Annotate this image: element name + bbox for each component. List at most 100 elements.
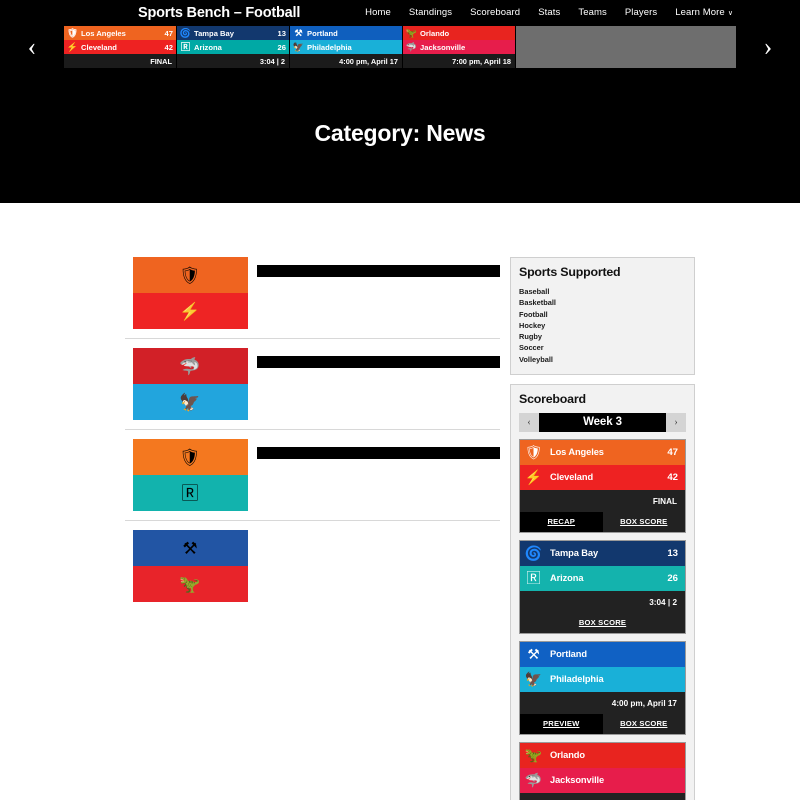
nav-standings[interactable]: Standings: [409, 7, 452, 18]
thumbnail-image: ⚒ 🦖: [132, 530, 248, 602]
scoreboard-team-home: ⚡ Cleveland 42: [520, 464, 685, 490]
sport-list-item[interactable]: Basketball: [519, 297, 686, 308]
thumb-bottom-team: 🦅: [132, 384, 248, 420]
ticker-game[interactable]: 🦖 Orlando 🦈 Jacksonville 7:00 pm, April 18: [403, 26, 516, 68]
nav-teams[interactable]: Teams: [578, 7, 606, 18]
team-name: Cleveland: [81, 42, 117, 52]
thumb-bottom-team: ⚡: [132, 293, 248, 329]
team-logo-icon: 🌀: [179, 27, 192, 38]
nav-label: Learn More: [675, 7, 725, 18]
sport-list-item[interactable]: Soccer: [519, 342, 686, 353]
team-score: 26: [667, 572, 678, 584]
ticker-next-arrow-icon[interactable]: ›: [736, 26, 800, 68]
sport-list-item[interactable]: Rugby: [519, 331, 686, 342]
ticker-game[interactable]: ⚒ Portland 🦅 Philadelphia 4:00 pm, April 17: [290, 26, 403, 68]
team-name: Portland: [307, 28, 338, 38]
scoreboard-team-away: 🦖 Orlando: [520, 742, 685, 768]
scoreboard-team-home: 🅁 Arizona 26: [520, 565, 685, 591]
nav-scoreboard[interactable]: Scoreboard: [470, 7, 520, 18]
game-status: 4:00 pm, April 17: [520, 691, 685, 714]
ticker-strip[interactable]: 🛡 Los Angeles 47 ⚡ Cleveland 42 FINAL 🌀 Tampa Ba…: [64, 26, 736, 68]
article-thumbnail[interactable]: 🦈 🦅: [125, 348, 255, 420]
team-score: 42: [164, 42, 173, 52]
team-name: Portland: [550, 649, 587, 660]
game-status: 7:00 pm, April 18: [520, 792, 685, 800]
ticker-team-away: ⚒ Portland: [290, 26, 402, 40]
team-score: 47: [164, 28, 173, 38]
team-name: Jacksonville: [420, 42, 466, 52]
thumb-bottom-team: 🦖: [132, 566, 248, 602]
thumbnail-image: 🦈 🦅: [132, 348, 248, 420]
scoreboard-team-home: 🦅 Philadelphia: [520, 666, 685, 692]
ticker-team-home: 🦈 Jacksonville: [403, 40, 515, 54]
team-name: Los Angeles: [550, 447, 604, 458]
ticker-prev-arrow-icon[interactable]: ‹: [0, 26, 64, 68]
nav-learn-more[interactable]: Learn More ∨: [675, 7, 733, 18]
team-score: 42: [667, 471, 678, 483]
widget-title: Sports Supported: [519, 265, 621, 279]
week-next-arrow-icon[interactable]: ›: [666, 412, 686, 432]
scoreboard-games: 🛡 Los Angeles 47 ⚡ Cleveland 42 FINAL RECAP BOX …: [519, 438, 686, 800]
team-logo-icon: 🛡: [179, 265, 201, 285]
week-label: Week 3: [583, 416, 622, 429]
page-body: 🛡 ⚡ 🦈 🦅 🛡 🅁 ⚒ 🦖 Sports Supported Baseball Basket…: [0, 203, 800, 800]
read-this-post-button[interactable]: [257, 447, 500, 459]
game-links: RECAP BOX SCORE: [520, 511, 685, 532]
article-body: [255, 257, 500, 329]
game-link-box-score[interactable]: BOX SCORE: [602, 511, 685, 532]
team-logo-icon: 🦈: [179, 356, 201, 376]
team-logo-icon: 🦈: [405, 41, 418, 52]
sport-list-item[interactable]: Baseball: [519, 286, 686, 297]
nav-label: Stats: [538, 7, 561, 18]
ticker-game[interactable]: 🌀 Tampa Bay 13 🅁 Arizona 26 3:04 | 2: [177, 26, 290, 68]
team-logo-icon: ⚡: [524, 469, 543, 486]
team-name: Philadelphia: [307, 42, 352, 52]
team-name: Orlando: [420, 28, 450, 38]
game-link-box-score[interactable]: BOX SCORE: [602, 713, 685, 734]
widget-scoreboard: Scoreboard ‹ Week 3 › 🛡 Los Angeles 47 ⚡ Cle…: [510, 383, 695, 800]
team-name: Orlando: [550, 750, 585, 761]
thumb-top-team: 🛡: [132, 257, 248, 293]
nav-stats[interactable]: Stats: [538, 7, 560, 18]
article-thumbnail[interactable]: 🛡 ⚡: [125, 257, 255, 329]
ticker-team-home: ⚡ Cleveland 42: [64, 40, 176, 54]
team-name: Tampa Bay: [550, 548, 599, 559]
ticker-team-home: 🦅 Philadelphia: [290, 40, 402, 54]
sidebar: Sports Supported Baseball Basketball Footb…: [510, 257, 695, 800]
article-thumbnail[interactable]: ⚒ 🦖: [125, 530, 255, 602]
scoreboard-team-away: ⚒ Portland: [520, 641, 685, 667]
nav-players[interactable]: Players: [625, 7, 657, 18]
team-name: Tampa Bay: [194, 28, 234, 38]
scoreboard-team-home: 🦈 Jacksonville: [520, 767, 685, 793]
read-this-post-button[interactable]: [257, 265, 500, 277]
nav-home[interactable]: Home: [365, 7, 391, 18]
team-logo-icon: 🦅: [292, 41, 305, 52]
week-selector: ‹ Week 3 ›: [519, 412, 686, 432]
ticker-game-status: 3:04 | 2: [177, 54, 289, 68]
game-link-preview[interactable]: PREVIEW: [520, 713, 603, 734]
nav-label: Scoreboard: [470, 7, 521, 18]
ticker-game[interactable]: 🛡 Los Angeles 47 ⚡ Cleveland 42 FINAL: [64, 26, 177, 68]
team-logo-icon: 🦅: [524, 671, 543, 688]
team-logo-icon: ⚒: [182, 538, 198, 558]
nav-label: Standings: [408, 7, 453, 18]
team-name: Los Angeles: [81, 28, 126, 38]
game-link-recap[interactable]: RECAP: [520, 511, 603, 532]
team-logo-icon: 🦈: [524, 772, 543, 789]
sport-list-item[interactable]: Hockey: [519, 320, 686, 331]
week-prev-arrow-icon[interactable]: ‹: [519, 412, 539, 432]
sport-list-item[interactable]: Football: [519, 309, 686, 320]
game-link-box-score[interactable]: BOX SCORE: [520, 612, 685, 633]
article-list: 🛡 ⚡ 🦈 🦅 🛡 🅁 ⚒ 🦖: [125, 257, 500, 800]
article-thumbnail[interactable]: 🛡 🅁: [125, 439, 255, 511]
read-this-post-button[interactable]: [257, 356, 500, 368]
team-logo-icon: 🌀: [524, 545, 543, 562]
ticker-team-away: 🌀 Tampa Bay 13: [177, 26, 289, 40]
navbar: Sports Bench – Football Home Standings Sco…: [0, 0, 800, 25]
team-name: Philadelphia: [550, 674, 604, 685]
scoreboard-team-away: 🛡 Los Angeles 47: [520, 439, 685, 465]
team-logo-icon: 🛡: [66, 27, 79, 38]
sport-list-item[interactable]: Volleyball: [519, 354, 686, 365]
thumb-top-team: 🦈: [132, 348, 248, 384]
team-name: Arizona: [550, 573, 584, 584]
